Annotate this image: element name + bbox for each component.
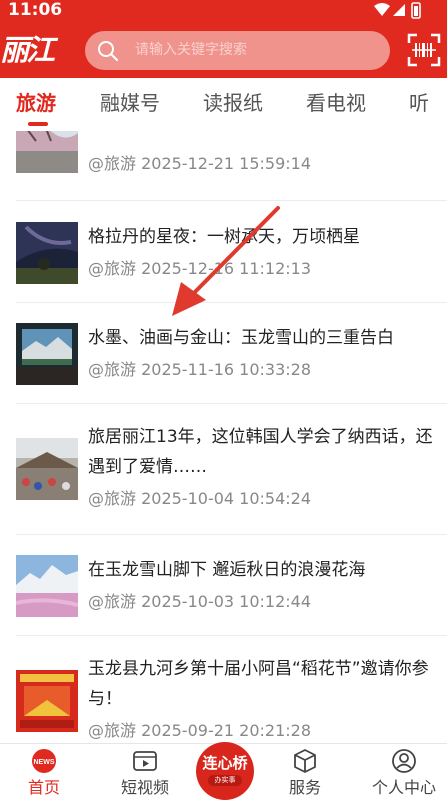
list-item[interactable]: 格拉丹的星夜：一树承天，万顷栖星 @旅游 2025-12-16 11:12:13: [0, 202, 447, 303]
article-thumbnail: [16, 438, 78, 500]
article-title: 旅居丽江13年，这位韩国人学会了纳西话，还遇到了爱情……: [88, 427, 433, 477]
active-tab-indicator: [28, 122, 48, 126]
status-bar: 11:06: [0, 0, 447, 22]
article-list: 冬至丽江：星沉长夜 烟火暖岁 @旅游 2025-12-21 15:59:14 格…: [0, 131, 447, 743]
article-thumbnail: [16, 323, 78, 385]
list-item[interactable]: 冬至丽江：星沉长夜 烟火暖岁 @旅游 2025-12-21 15:59:14: [0, 131, 447, 201]
divider: [16, 200, 447, 201]
article-title: 水墨、油画与金山：玉龙雪山的三重告白: [88, 328, 394, 348]
nav-short-video-label: 短视频: [120, 778, 169, 797]
article-thumbnail: [16, 670, 78, 732]
nav-services[interactable]: 服务: [265, 744, 345, 799]
nav-home-label: 首页: [27, 778, 60, 797]
search-icon: [98, 41, 119, 62]
nav-lianxinqiao-button[interactable]: 连心桥 办实事: [196, 742, 254, 800]
list-item[interactable]: 玉龙县九河乡第十届小阿昌“稻花节”邀请你参与！ @旅游 2025-09-21 2…: [0, 636, 447, 743]
cube-icon: [294, 749, 316, 773]
svg-text:NEWS: NEWS: [34, 759, 55, 766]
nav-profile[interactable]: 个人中心: [364, 744, 444, 799]
article-thumbnail: [16, 555, 78, 617]
channel-tabs: 旅游 融媒号 读报纸 看电视 听: [0, 78, 447, 131]
list-item[interactable]: 在玉龙雪山脚下 邂逅秋日的浪漫花海 @旅游 2025-10-03 10:12:4…: [0, 535, 447, 636]
list-item[interactable]: 旅居丽江13年，这位韩国人学会了纳西话，还遇到了爱情…… @旅游 2025-10…: [0, 404, 447, 535]
article-title: 格拉丹的星夜：一树承天，万顷栖星: [88, 227, 360, 247]
nav-profile-label: 个人中心: [371, 778, 436, 797]
article-meta: @旅游 2025-10-03 10:12:44: [88, 592, 312, 611]
article-title: 在玉龙雪山脚下 邂逅秋日的浪漫花海: [88, 560, 366, 580]
list-item[interactable]: 水墨、油画与金山：玉龙雪山的三重告白 @旅游 2025-11-16 10:33:…: [0, 303, 447, 404]
center-subtitle: 办实事: [208, 775, 242, 786]
tab-media[interactable]: 融媒号: [100, 78, 160, 128]
tab-tv[interactable]: 看电视: [306, 78, 366, 128]
status-icons: [373, 2, 421, 24]
tab-listen[interactable]: 听: [409, 78, 429, 128]
article-title: 冬至丽江：星沉长夜 烟火暖岁: [88, 131, 433, 139]
article-meta: @旅游 2025-10-04 10:54:24: [88, 489, 312, 508]
tab-travel[interactable]: 旅游: [16, 78, 56, 128]
scan-icon[interactable]: [407, 33, 441, 67]
article-meta: @旅游 2025-09-21 20:21:28: [88, 721, 312, 740]
article-meta: @旅游 2025-12-21 15:59:14: [88, 154, 312, 173]
center-title: 连心桥: [202, 754, 248, 772]
app-logo: 丽江: [0, 33, 55, 67]
article-meta: @旅游 2025-12-16 11:12:13: [88, 259, 312, 278]
article-title: 玉龙县九河乡第十届小阿昌“稻花节”邀请你参与！: [88, 659, 429, 709]
article-thumbnail: [16, 131, 78, 173]
nav-services-label: 服务: [288, 778, 321, 797]
video-icon: [133, 751, 157, 771]
tab-newspaper[interactable]: 读报纸: [203, 78, 263, 128]
search-placeholder: 请输入关键字搜索: [135, 42, 247, 58]
article-thumbnail: [16, 222, 78, 284]
nav-home[interactable]: NEWS 首页: [4, 744, 84, 799]
status-time: 11:06: [8, 0, 63, 20]
user-icon: [392, 749, 416, 773]
wifi-signal-battery-icon: [374, 2, 421, 19]
nav-short-video[interactable]: 短视频: [105, 744, 185, 799]
article-meta: @旅游 2025-11-16 10:33:28: [88, 360, 312, 379]
news-home-icon: NEWS: [32, 749, 56, 773]
search-input[interactable]: 请输入关键字搜索: [85, 31, 390, 70]
